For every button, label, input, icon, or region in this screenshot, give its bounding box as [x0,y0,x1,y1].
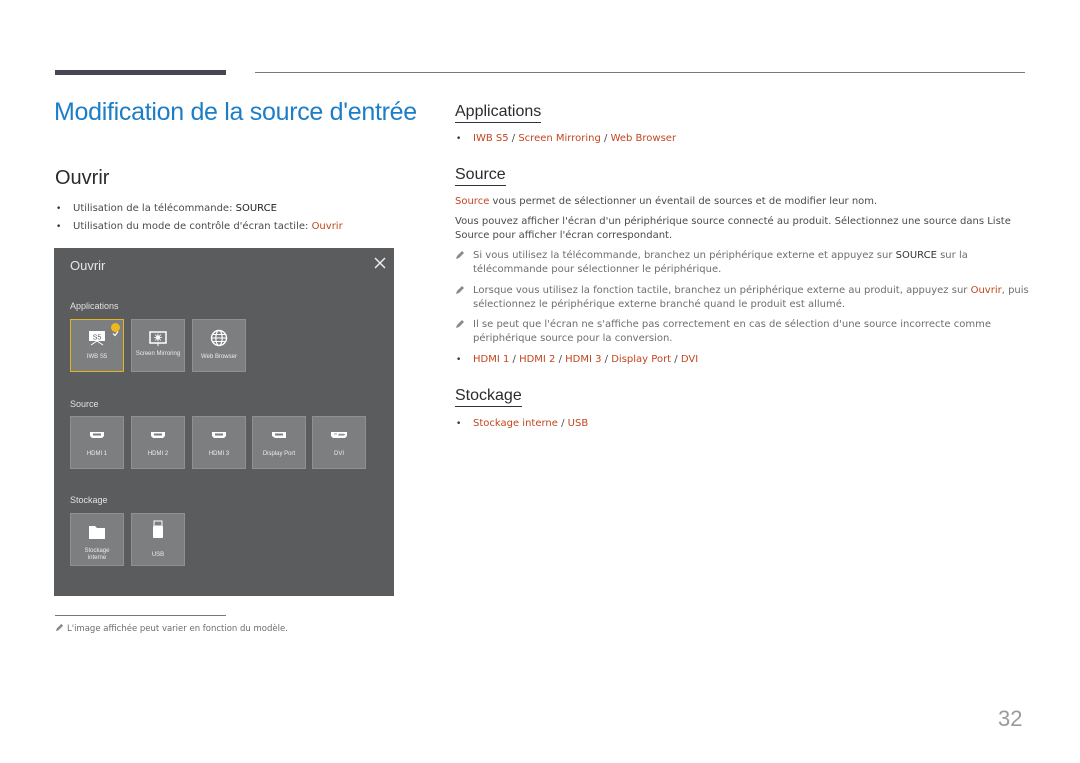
close-icon[interactable] [373,255,387,269]
header-accent-bar [55,70,226,75]
tile-label: HDMI 2 [147,451,169,457]
note-touch: Lorsque vous utilisez la fonction tactil… [455,284,1030,312]
note-conversion: Il se peut que l'écran ne s'affiche pas … [455,318,1000,346]
panel-label-storage: Stockage [70,495,108,505]
ouvrir-bullet-list: • Utilisation de la télécommande: SOURCE… [55,202,343,238]
footnote-rule [55,615,226,616]
pencil-icon [456,251,464,259]
dvi-port-icon [313,426,365,444]
tile-usb[interactable]: USB [131,513,185,566]
heading-source: Source [455,164,506,186]
link-source[interactable]: Source [455,196,489,207]
pencil-icon [456,286,464,294]
link-internal-storage[interactable]: Stockage interne [473,418,558,429]
tile-hdmi3[interactable]: HDMI 3 [192,416,246,469]
panel-label-source: Source [70,399,99,409]
tile-label: Screen Mirroring [135,351,181,357]
tile-screen-mirroring[interactable]: Screen Mirroring [131,319,185,372]
usb-drive-icon [132,520,184,539]
folder-icon [71,523,123,541]
hdmi-port-icon [132,426,184,444]
hdmi-port-icon [193,426,245,444]
heading-storage: Stockage [455,385,522,407]
tile-internal-storage[interactable]: Stockage interne [70,513,124,566]
applications-links: • IWB S5 / Screen Mirroring / Web Browse… [456,133,677,144]
pencil-icon [456,320,464,328]
tile-label: HDMI 3 [208,451,230,457]
link-display-port[interactable]: Display Port [611,354,671,365]
link-hdmi2[interactable]: HDMI 2 [519,354,555,365]
pencil-icon [55,623,64,632]
screen-mirroring-icon [132,329,184,347]
applications-list: • IWB S5 / Screen Mirroring / Web Browse… [455,132,676,150]
displayport-icon [253,426,305,444]
link-hdmi1[interactable]: HDMI 1 [473,354,509,365]
note-remote: Si vous utilisez la télécommande, branch… [455,249,975,277]
footnote: L'image affichée peut varier en fonction… [55,623,288,634]
tile-hdmi1[interactable]: HDMI 1 [70,416,124,469]
source-intro: Source vous permet de sélectionner un év… [455,196,878,207]
storage-list: • Stockage interne / USB [455,417,588,435]
header-rule [255,72,1025,73]
bullet-remote: • Utilisation de la télécommande: SOURCE [56,203,277,214]
link-ouvrir[interactable]: Ouvrir [971,285,1002,296]
tile-label: HDMI 1 [86,451,108,457]
link-screen-mirroring[interactable]: Screen Mirroring [518,133,601,144]
panel-title: Ouvrir [70,258,106,273]
source-description: Vous pouvez afficher l'écran d'un périph… [455,216,1011,241]
link-web-browser[interactable]: Web Browser [611,133,677,144]
page-number: 32 [998,706,1023,731]
bullet-dot: • [56,222,62,232]
tile-label: Web Browser [201,354,237,360]
link-hdmi3[interactable]: HDMI 3 [565,354,601,365]
hdmi-port-icon [71,426,123,444]
tile-label: DVI [333,451,344,457]
page-title: Modification de la source d'entrée [54,98,417,126]
link-ouvrir[interactable]: Ouvrir [312,221,343,232]
link-dvi[interactable]: DVI [681,354,698,365]
link-usb[interactable]: USB [568,418,589,429]
tile-display-port[interactable]: Display Port [252,416,306,469]
source-list: • HDMI 1 / HDMI 2 / HDMI 3 / Display Por… [455,353,698,371]
bullet-touch: • Utilisation du mode de contrôle d'écra… [56,221,343,232]
tile-web-browser[interactable]: Web Browser [192,319,246,372]
globe-icon [193,329,245,347]
storage-links: • Stockage interne / USB [456,418,589,429]
keyword-source: SOURCE [235,203,277,214]
ouvrir-panel: Ouvrir Applications S5 IWB S5 Screen Mir [54,248,394,596]
tile-hdmi2[interactable]: HDMI 2 [131,416,185,469]
keyword-source: SOURCE [895,250,937,261]
tile-label: IWB S5 [86,354,108,360]
tile-dvi[interactable]: DVI [312,416,366,469]
whiteboard-icon: S5 [71,329,123,347]
tile-label: Display Port [262,451,296,457]
panel-label-applications: Applications [70,301,119,311]
tile-label: USB [151,552,165,558]
source-links: • HDMI 1 / HDMI 2 / HDMI 3 / Display Por… [456,354,699,365]
section-title-ouvrir: Ouvrir [55,167,110,189]
bullet-dot: • [56,204,62,214]
tile-label: Stockage interne [84,548,110,561]
tile-iwb-s5[interactable]: S5 IWB S5 [70,319,124,372]
heading-applications: Applications [455,101,542,123]
link-iwb-s5[interactable]: IWB S5 [473,133,509,144]
